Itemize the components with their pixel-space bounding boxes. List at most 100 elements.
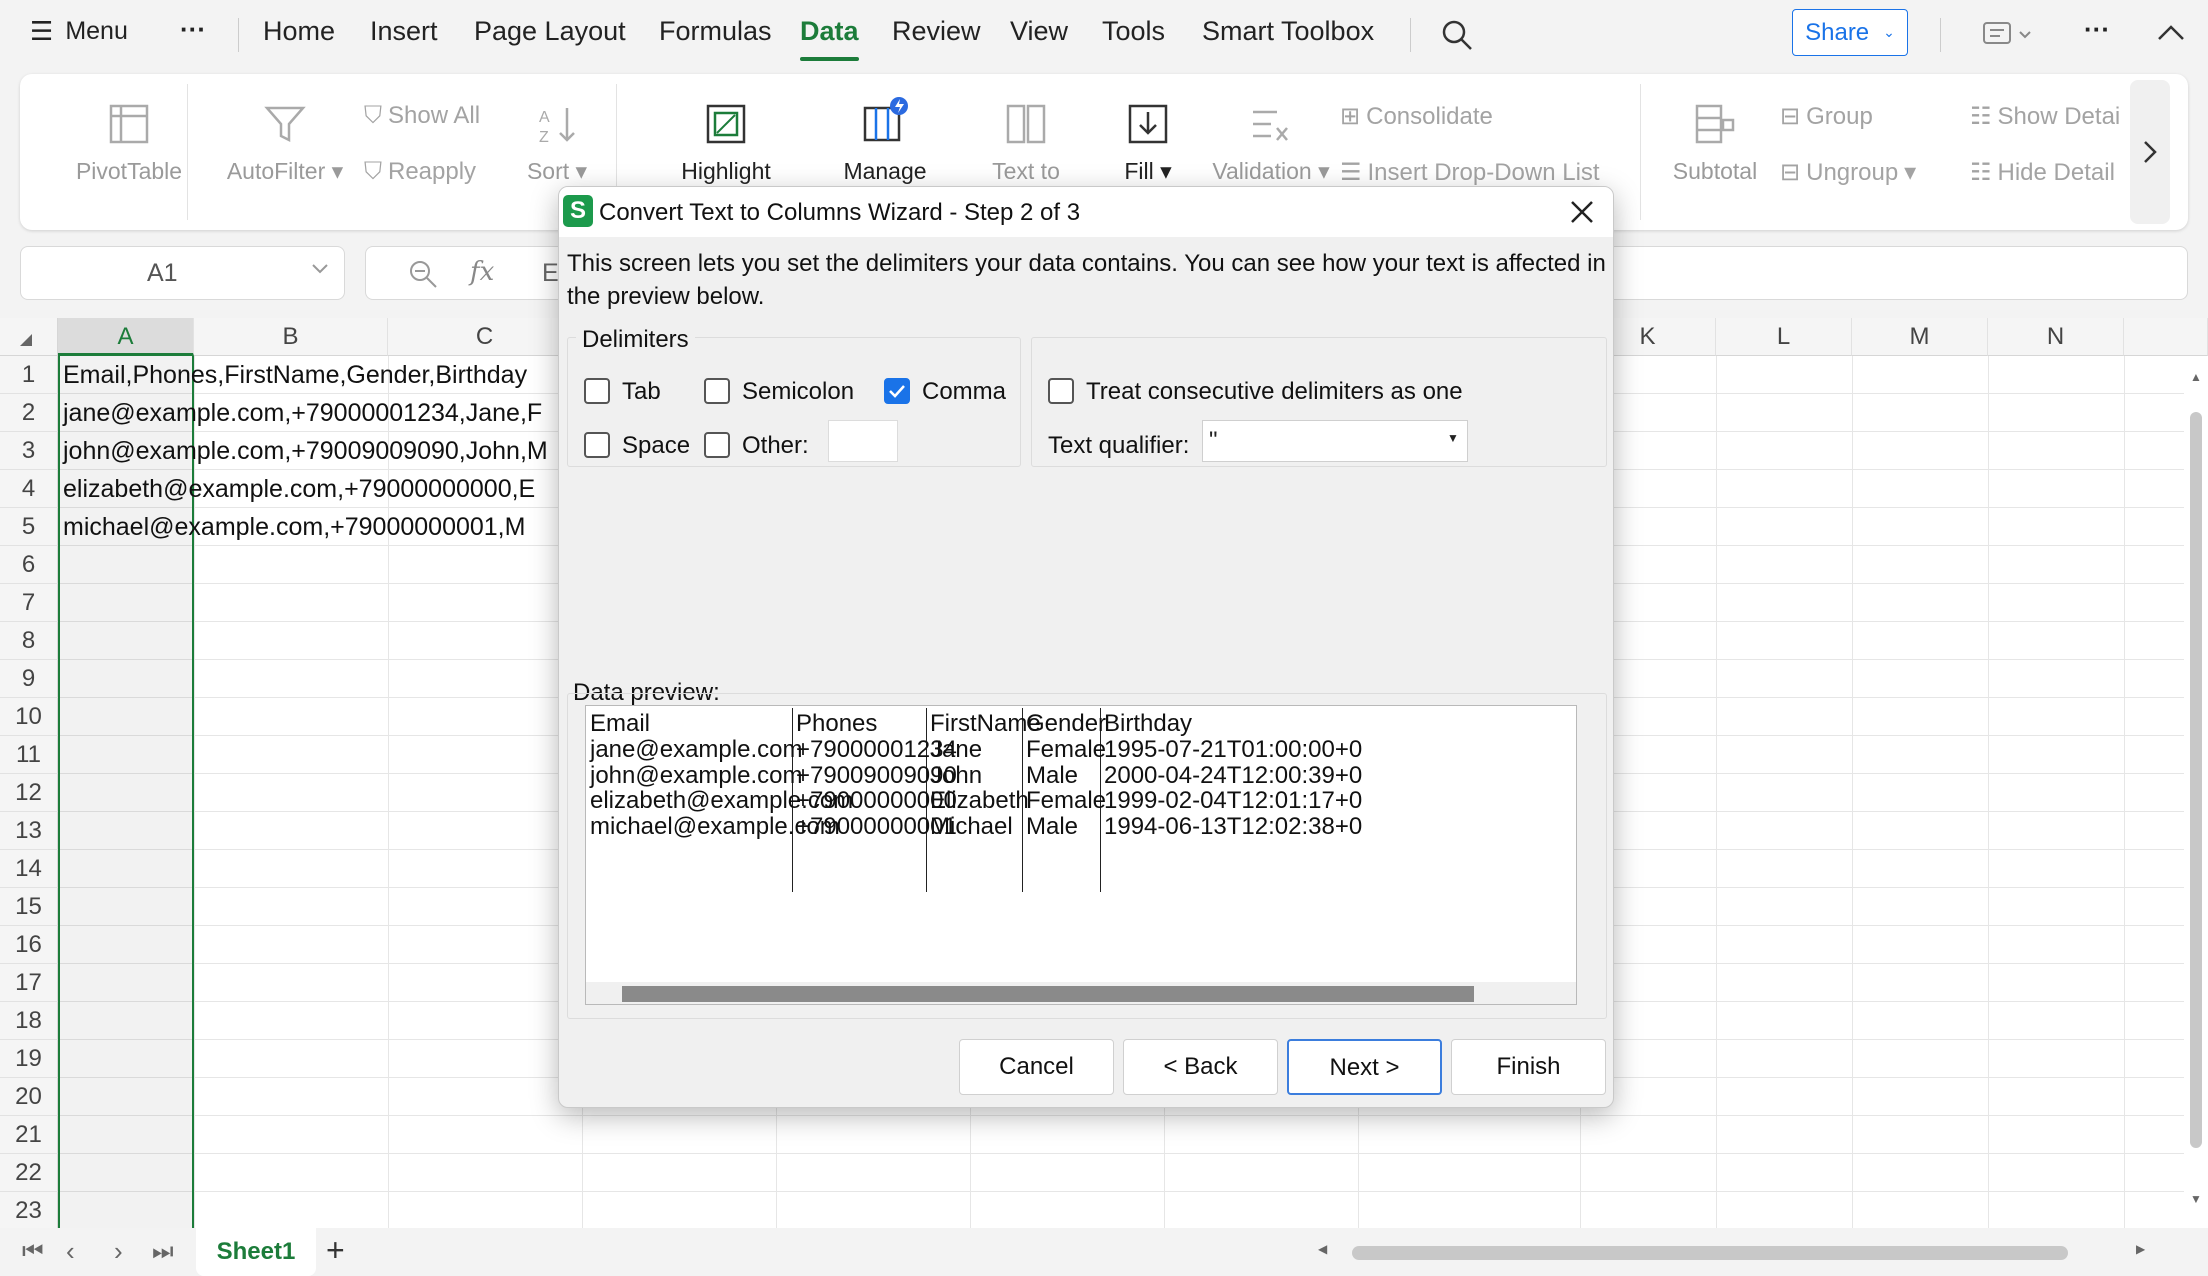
- comment-icon[interactable]: [1982, 20, 2034, 50]
- row-header[interactable]: 22: [0, 1154, 58, 1192]
- first-sheet-icon[interactable]: ⏮: [22, 1238, 44, 1266]
- autofilter-button[interactable]: AutoFilter ▾: [210, 102, 360, 185]
- tab-insert[interactable]: Insert: [370, 16, 438, 47]
- row-header[interactable]: 23: [0, 1192, 58, 1228]
- scroll-down-icon[interactable]: ▼: [2190, 1192, 2202, 1206]
- row-header[interactable]: 13: [0, 812, 58, 850]
- consolidate-button[interactable]: ⊞ Consolidate: [1340, 102, 1493, 131]
- semicolon-checkbox[interactable]: [704, 378, 730, 404]
- share-button[interactable]: Share ⌄: [1792, 9, 1908, 56]
- add-sheet-button[interactable]: +: [326, 1232, 345, 1269]
- ribbon-scroll-right-button[interactable]: [2130, 80, 2170, 224]
- group-button[interactable]: ⊟ Group: [1780, 102, 1873, 131]
- horizontal-scroll-thumb[interactable]: [1352, 1246, 2068, 1260]
- row-header[interactable]: 5: [0, 508, 58, 546]
- preview-scroll-thumb[interactable]: [622, 986, 1474, 1002]
- row-header[interactable]: 17: [0, 964, 58, 1002]
- row-header[interactable]: 20: [0, 1078, 58, 1116]
- column-header-m[interactable]: M: [1852, 318, 1988, 356]
- vertical-scrollbar[interactable]: ▲ ▼: [2184, 356, 2208, 1228]
- tab-page-layout[interactable]: Page Layout: [474, 16, 626, 47]
- pivot-table-button[interactable]: PivotTable: [54, 102, 204, 185]
- highlight-button[interactable]: Highlight: [646, 102, 806, 185]
- row-header[interactable]: 12: [0, 774, 58, 812]
- cell-a3[interactable]: john@example.com,+79009009090,John,M: [63, 432, 548, 470]
- tab-tools[interactable]: Tools: [1102, 16, 1165, 47]
- more-options-icon[interactable]: ···: [2084, 14, 2110, 45]
- more-menu-button[interactable]: ···: [180, 14, 206, 45]
- comma-checkbox[interactable]: [884, 378, 910, 404]
- column-header-a[interactable]: A: [58, 318, 194, 356]
- row-header[interactable]: 14: [0, 850, 58, 888]
- column-header-b[interactable]: B: [194, 318, 388, 356]
- reapply-button[interactable]: ⛉ Reapply: [364, 158, 476, 186]
- row-header[interactable]: 15: [0, 888, 58, 926]
- tab-home[interactable]: Home: [263, 16, 335, 47]
- collapse-ribbon-icon[interactable]: [2156, 22, 2186, 42]
- cell-a1[interactable]: Email,Phones,FirstName,Gender,Birthday: [63, 356, 527, 394]
- zoom-icon[interactable]: [408, 259, 438, 289]
- fill-button[interactable]: Fill ▾: [1098, 102, 1198, 185]
- column-header-n[interactable]: N: [1988, 318, 2124, 356]
- manage-button[interactable]: Manage: [810, 94, 960, 185]
- row-header[interactable]: 1: [0, 356, 58, 394]
- tab-formulas[interactable]: Formulas: [659, 16, 772, 47]
- other-input[interactable]: [828, 420, 898, 462]
- row-header[interactable]: 10: [0, 698, 58, 736]
- show-all-button[interactable]: ⛉ Show All: [364, 102, 480, 130]
- column-header-l[interactable]: L: [1716, 318, 1852, 356]
- row-header[interactable]: 11: [0, 736, 58, 774]
- scroll-left-icon[interactable]: ◀: [1318, 1242, 1327, 1256]
- scroll-up-icon[interactable]: ▲: [2190, 370, 2202, 384]
- validation-button[interactable]: Validation ▾: [1186, 102, 1356, 185]
- tab-checkbox[interactable]: [584, 378, 610, 404]
- fx-icon[interactable]: fx: [470, 257, 494, 287]
- tab-smart-toolbox[interactable]: Smart Toolbox: [1202, 16, 1374, 47]
- column-header-c[interactable]: C: [388, 318, 582, 356]
- consecutive-delimiters-checkbox[interactable]: [1048, 378, 1074, 404]
- ungroup-button[interactable]: ⊟ Ungroup ▾: [1780, 158, 1916, 187]
- next-button[interactable]: Next >: [1287, 1039, 1442, 1095]
- preview-horizontal-scrollbar[interactable]: [586, 982, 1576, 1004]
- cell-a5[interactable]: michael@example.com,+79000000001,M: [63, 508, 525, 546]
- vertical-scroll-thumb[interactable]: [2190, 412, 2202, 1148]
- insert-dropdown-list-button[interactable]: ☰ Insert Drop-Down List: [1340, 158, 1600, 187]
- row-header[interactable]: 18: [0, 1002, 58, 1040]
- row-header[interactable]: 21: [0, 1116, 58, 1154]
- row-header[interactable]: 16: [0, 926, 58, 964]
- space-checkbox[interactable]: [584, 432, 610, 458]
- prev-sheet-icon[interactable]: ‹: [66, 1236, 75, 1267]
- finish-button[interactable]: Finish: [1451, 1039, 1606, 1095]
- close-icon[interactable]: [1569, 199, 1595, 225]
- text-to-columns-button[interactable]: Text to: [966, 102, 1086, 185]
- row-header[interactable]: 2: [0, 394, 58, 432]
- search-icon[interactable]: [1440, 18, 1474, 52]
- row-header[interactable]: 7: [0, 584, 58, 622]
- row-header[interactable]: 19: [0, 1040, 58, 1078]
- cancel-button[interactable]: Cancel: [959, 1039, 1114, 1095]
- row-header[interactable]: 4: [0, 470, 58, 508]
- scroll-right-icon[interactable]: ▶: [2136, 1242, 2145, 1256]
- text-qualifier-select[interactable]: " ▼: [1202, 420, 1468, 462]
- next-sheet-icon[interactable]: ›: [114, 1236, 123, 1267]
- row-header[interactable]: 8: [0, 622, 58, 660]
- select-all-corner[interactable]: [0, 318, 58, 356]
- other-checkbox[interactable]: [704, 432, 730, 458]
- data-preview-table[interactable]: Email Phones FirstName Gender Birthday jane@e…: [585, 705, 1577, 1005]
- row-header[interactable]: 3: [0, 432, 58, 470]
- name-box[interactable]: A1: [20, 246, 345, 300]
- hide-detail-button[interactable]: ☷ Hide Detail: [1970, 158, 2148, 187]
- tab-review[interactable]: Review: [892, 16, 981, 47]
- last-sheet-icon[interactable]: ⏭: [152, 1238, 174, 1266]
- cell-a4[interactable]: elizabeth@example.com,+79000000000,E: [63, 470, 535, 508]
- sheet-tab-sheet1[interactable]: Sheet1: [196, 1228, 316, 1276]
- row-header[interactable]: 6: [0, 546, 58, 584]
- tab-data[interactable]: Data: [800, 16, 859, 61]
- sort-button[interactable]: AZ Sort ▾: [522, 102, 592, 185]
- show-detail-button[interactable]: ☷ Show Detai: [1970, 102, 2148, 131]
- subtotal-button[interactable]: Subtotal: [1660, 102, 1770, 185]
- tab-view[interactable]: View: [1010, 16, 1068, 47]
- row-header[interactable]: 9: [0, 660, 58, 698]
- back-button[interactable]: < Back: [1123, 1039, 1278, 1095]
- cell-a2[interactable]: jane@example.com,+79000001234,Jane,F: [63, 394, 542, 432]
